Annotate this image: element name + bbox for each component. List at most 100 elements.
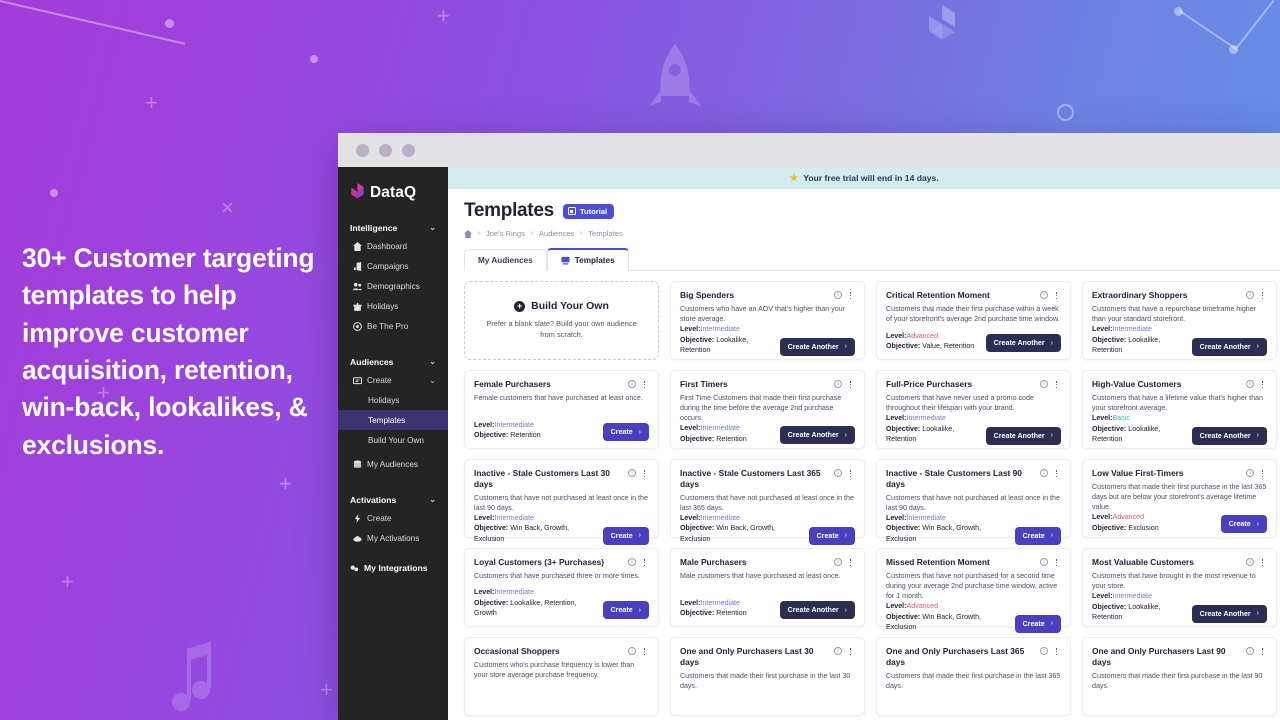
card-create-button[interactable]: Create Another › [779, 601, 855, 619]
info-icon[interactable]: i [1040, 558, 1048, 566]
card-create-button[interactable]: Create › [1220, 515, 1267, 534]
info-icon[interactable]: i [628, 558, 636, 566]
template-card[interactable]: Inactive - Stale Customers Last 365 days… [670, 459, 865, 545]
more-options-icon[interactable] [1258, 648, 1267, 656]
brand-logo[interactable]: DataQ [338, 180, 448, 202]
more-options-icon[interactable] [1258, 292, 1267, 300]
card-create-button[interactable]: Create › [1014, 614, 1061, 633]
tutorial-button[interactable]: Tutorial [562, 203, 615, 219]
more-options-icon[interactable] [640, 648, 649, 656]
window-maximize-button[interactable] [402, 143, 415, 157]
more-options-icon[interactable] [846, 381, 855, 389]
template-card[interactable]: One and Only Purchasers Last 30 days i Cus… [670, 637, 865, 716]
info-icon[interactable]: i [834, 469, 842, 477]
sidebar-item-my-audiences[interactable]: My Audiences [338, 454, 448, 474]
card-create-button[interactable]: Create Another › [985, 334, 1061, 352]
breadcrumb-item-store[interactable]: Joe's Rings [486, 229, 525, 238]
info-icon[interactable]: i [1040, 469, 1048, 477]
sidebar-item-templates[interactable]: Templates [338, 410, 448, 430]
window-close-button[interactable] [356, 143, 369, 157]
sidebar-section-intelligence[interactable]: Intelligence ⌄ [338, 219, 448, 236]
card-create-button[interactable]: Create › [808, 526, 855, 545]
info-icon[interactable]: i [1246, 647, 1254, 655]
template-card[interactable]: Full-Price Purchasers i Customers that hav… [876, 370, 1071, 449]
template-card[interactable]: Inactive - Stale Customers Last 90 days i… [876, 459, 1071, 545]
info-icon[interactable]: i [1246, 558, 1254, 566]
window-minimize-button[interactable] [379, 143, 392, 157]
card-create-button[interactable]: Create Another › [779, 337, 855, 356]
template-card[interactable]: Extraordinary Shoppers i Customers that ha… [1082, 281, 1277, 360]
info-icon[interactable]: i [1040, 380, 1048, 388]
more-options-icon[interactable] [1052, 470, 1061, 478]
template-card[interactable]: Critical Retention Moment i Customers that… [876, 281, 1071, 360]
card-create-button[interactable]: Create Another › [779, 426, 855, 445]
sidebar-item-my-activations[interactable]: My Activations [338, 528, 448, 548]
more-options-icon[interactable] [1052, 292, 1061, 300]
card-create-button[interactable]: Create Another › [1191, 604, 1267, 623]
tab-my-audiences[interactable]: My Audiences [464, 249, 547, 271]
template-card[interactable]: Female Purchasers i Female customers that … [464, 370, 659, 449]
breadcrumb-item-templates[interactable]: Templates [588, 229, 623, 238]
more-options-icon[interactable] [640, 559, 649, 567]
breadcrumb-item-audiences[interactable]: Audiences [539, 229, 574, 238]
card-create-button[interactable]: Create › [602, 423, 649, 441]
card-create-button[interactable]: Create › [602, 526, 649, 545]
sidebar-item-create-activation[interactable]: Create [338, 508, 448, 528]
info-icon[interactable]: i [834, 647, 842, 655]
tab-templates[interactable]: Templates [546, 248, 629, 271]
more-options-icon[interactable] [846, 292, 855, 300]
more-options-icon[interactable] [1258, 559, 1267, 567]
more-options-icon[interactable] [1258, 470, 1267, 478]
more-options-icon[interactable] [1052, 648, 1061, 656]
info-icon[interactable]: i [1246, 380, 1254, 388]
template-card[interactable]: One and Only Purchasers Last 90 days i Cus… [1082, 637, 1277, 716]
more-options-icon[interactable] [846, 470, 855, 478]
sidebar-item-campaigns[interactable]: Campaigns [338, 256, 448, 276]
template-card[interactable]: High-Value Customers i Customers that have… [1082, 370, 1277, 449]
template-card[interactable]: Missed Retention Moment i Customers that h… [876, 548, 1071, 633]
more-options-icon[interactable] [640, 381, 649, 389]
template-card[interactable]: Low Value First-Timers i Customers that ma… [1082, 459, 1277, 538]
info-icon[interactable]: i [628, 469, 636, 477]
sidebar-section-activations[interactable]: Activations ⌄ [338, 491, 448, 508]
build-your-own-card[interactable]: + Build Your Own Prefer a blank slate? Bui… [464, 281, 659, 360]
template-card[interactable]: Occasional Shoppers i Customers who's purc… [464, 637, 659, 716]
info-icon[interactable]: i [834, 558, 842, 566]
template-card[interactable]: Big Spenders i Customers who have an AOV t… [670, 281, 865, 360]
info-icon[interactable]: i [1040, 647, 1048, 655]
more-options-icon[interactable] [846, 559, 855, 567]
info-icon[interactable]: i [628, 380, 636, 388]
more-options-icon[interactable] [640, 470, 649, 478]
sidebar-section-audiences[interactable]: Audiences ⌄ [338, 353, 448, 370]
more-options-icon[interactable] [1052, 559, 1061, 567]
card-create-button[interactable]: Create › [1014, 526, 1061, 545]
info-icon[interactable]: i [834, 291, 842, 299]
template-card[interactable]: One and Only Purchasers Last 365 days i Cu… [876, 637, 1071, 716]
sidebar-item-my-integrations[interactable]: My Integrations [338, 558, 448, 578]
sidebar-item-holidays[interactable]: Holidays [338, 296, 448, 316]
sidebar-item-create-audience[interactable]: Create ⌄ [338, 370, 448, 390]
card-create-button[interactable]: Create Another › [1191, 337, 1267, 356]
info-icon[interactable]: i [834, 380, 842, 388]
sidebar-item-dashboard[interactable]: Dashboard [338, 236, 448, 256]
more-options-icon[interactable] [1258, 381, 1267, 389]
card-create-button[interactable]: Create Another › [985, 426, 1061, 445]
template-card[interactable]: Loyal Customers (3+ Purchases) i Customers… [464, 548, 659, 627]
info-icon[interactable]: i [1040, 291, 1048, 299]
home-icon[interactable] [464, 229, 472, 238]
info-icon[interactable]: i [628, 647, 636, 655]
more-options-icon[interactable] [1052, 381, 1061, 389]
templates-scroll-area[interactable]: + Build Your Own Prefer a blank slate? Bui… [448, 271, 1280, 720]
sidebar-item-be-the-pro[interactable]: Be The Pro [338, 316, 448, 336]
template-card[interactable]: Most Valuable Customers i Customers that h… [1082, 548, 1277, 627]
info-icon[interactable]: i [1246, 469, 1254, 477]
info-icon[interactable]: i [1246, 291, 1254, 299]
template-card[interactable]: Inactive - Stale Customers Last 30 days i… [464, 459, 659, 545]
sidebar-item-build-your-own[interactable]: Build Your Own [338, 430, 448, 450]
template-card[interactable]: First Timers i First Time Customers that m… [670, 370, 865, 449]
card-create-button[interactable]: Create Another › [1191, 426, 1267, 445]
sidebar-item-holidays-sub[interactable]: Holidays [338, 390, 448, 410]
template-card[interactable]: Male Purchasers i Male customers that have… [670, 548, 865, 627]
more-options-icon[interactable] [846, 648, 855, 656]
card-create-button[interactable]: Create › [602, 601, 649, 619]
